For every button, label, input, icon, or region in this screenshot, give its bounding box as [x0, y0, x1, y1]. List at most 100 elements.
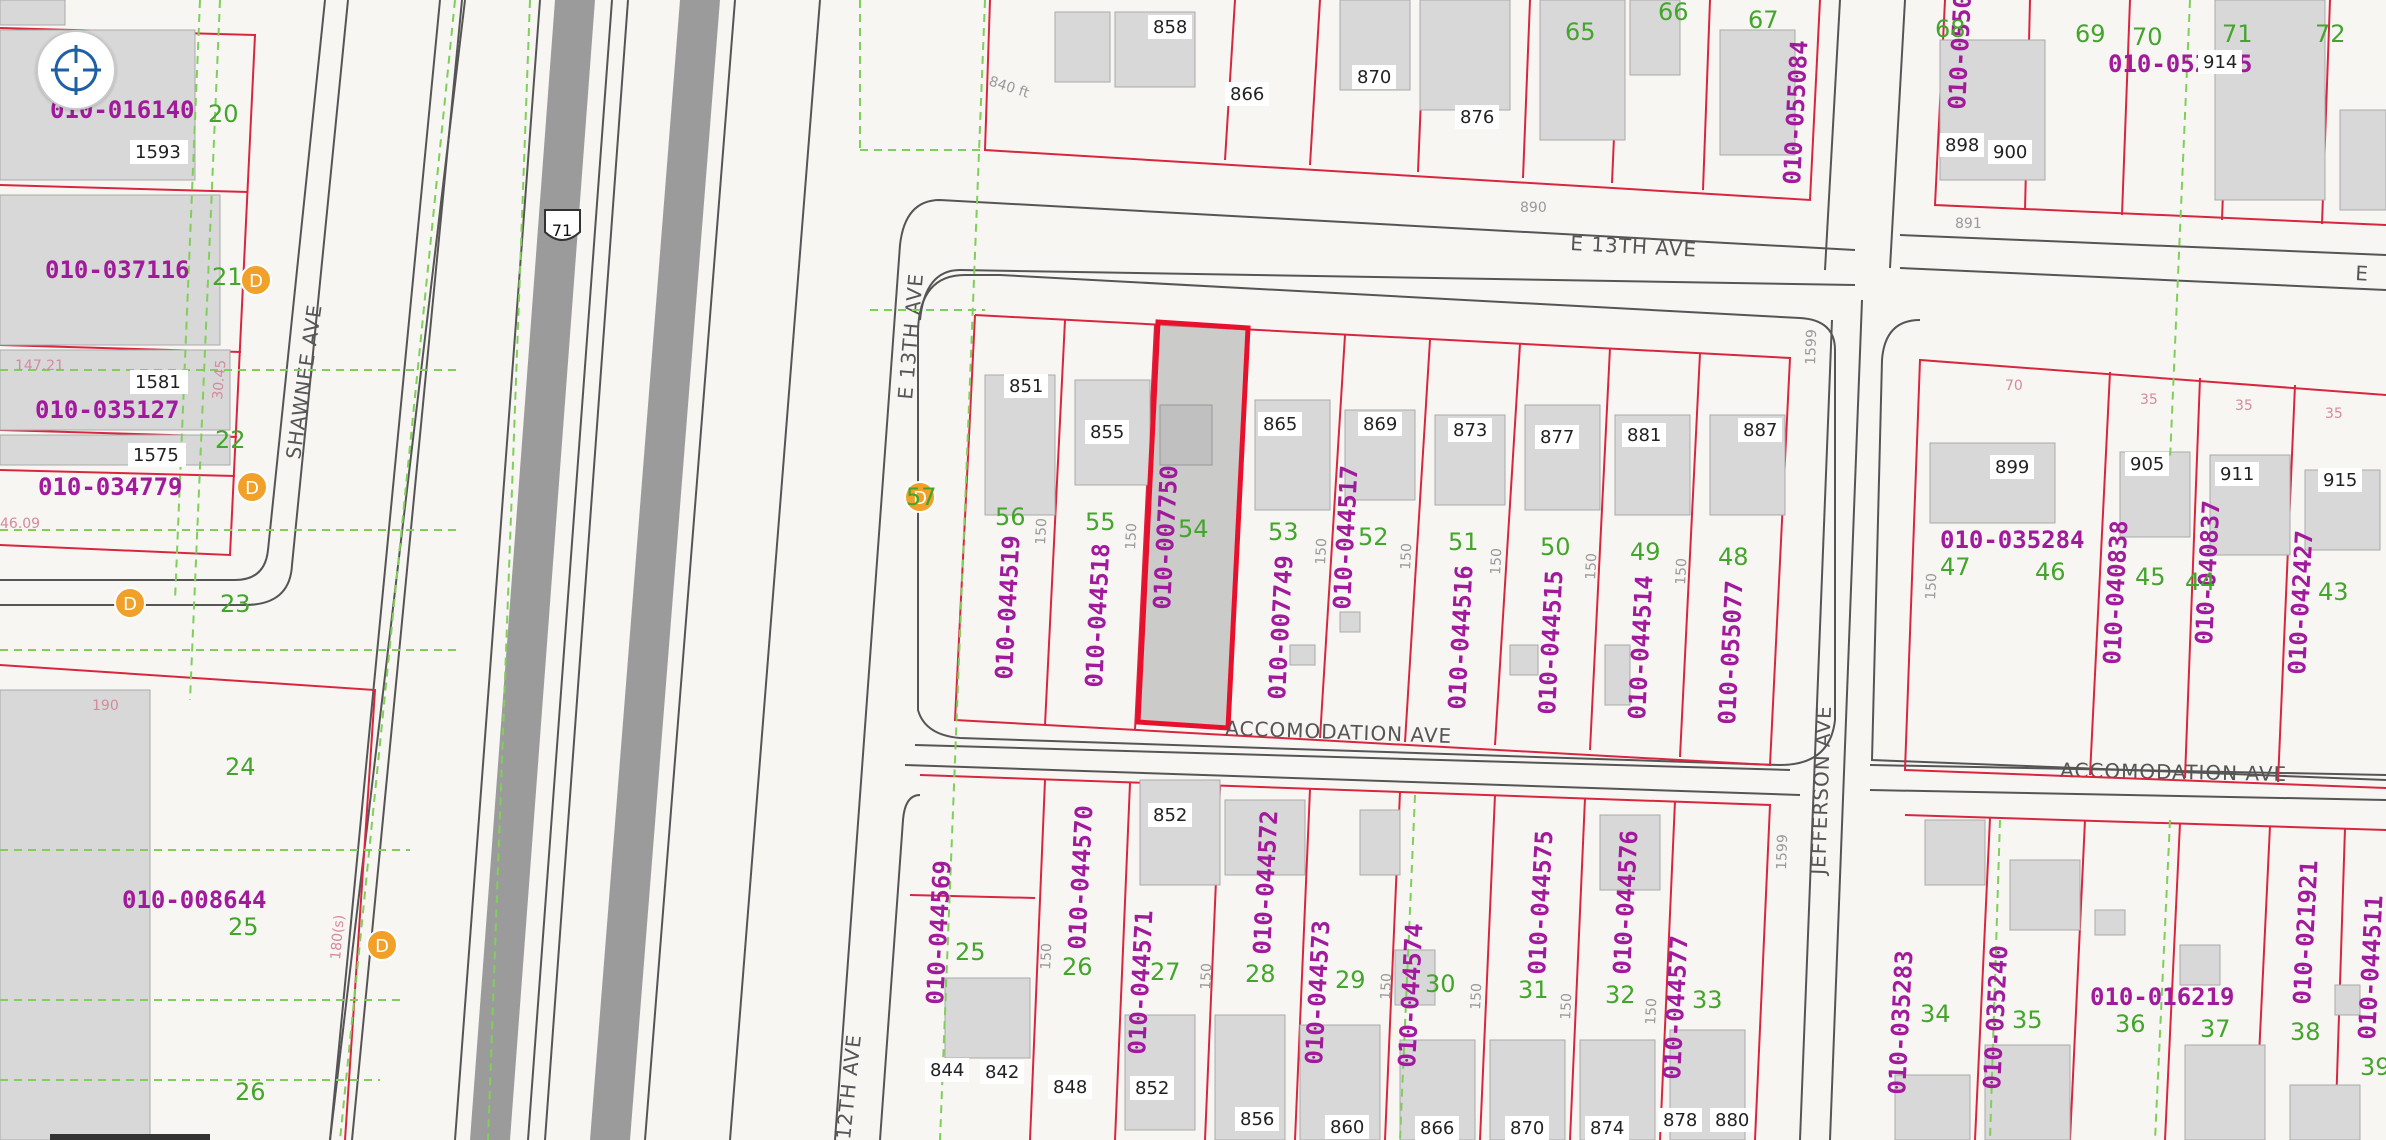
accomodation-mid-label: ACCOMODATION AVE [1225, 716, 1453, 748]
svg-text:1593: 1593 [135, 142, 181, 163]
svg-text:35: 35 [2012, 1006, 2043, 1034]
svg-text:865: 865 [1263, 414, 1297, 435]
svg-text:51: 51 [1448, 528, 1479, 556]
e12-label: 12TH AVE [831, 1033, 866, 1140]
svg-text:150: 150 [1313, 538, 1330, 566]
svg-text:70: 70 [2005, 378, 2023, 394]
parcel-id: 010-034779 [38, 473, 183, 501]
svg-text:866: 866 [1230, 84, 1264, 105]
svg-text:37: 37 [2200, 1015, 2231, 1043]
parcel-map[interactable]: 71 SHAWNEE AVE E 13TH AVE E E 13TH AVE A… [0, 0, 2386, 1140]
svg-text:852: 852 [1153, 805, 1187, 826]
svg-text:855: 855 [1090, 422, 1124, 443]
svg-text:D: D [123, 594, 137, 615]
highway-shield: 71 [544, 209, 581, 241]
svg-text:860: 860 [1330, 1117, 1364, 1138]
svg-text:150: 150 [1643, 998, 1660, 1026]
locate-me-button[interactable] [36, 30, 116, 110]
svg-text:35: 35 [2325, 406, 2343, 422]
e13-right-label: E [2355, 261, 2370, 286]
svg-text:150: 150 [1033, 518, 1050, 546]
svg-text:899: 899 [1995, 457, 2029, 478]
svg-text:28: 28 [1245, 960, 1276, 988]
svg-text:840 ft: 840 ft [987, 74, 1032, 102]
parcel-id: 010-007749 [1263, 555, 1299, 701]
svg-text:68: 68 [1935, 15, 1966, 43]
svg-text:881: 881 [1627, 425, 1661, 446]
svg-text:844: 844 [930, 1060, 964, 1081]
svg-text:150: 150 [1923, 573, 1940, 601]
parcel-id: 010-044575 [1523, 830, 1559, 976]
svg-text:150: 150 [1558, 993, 1575, 1021]
svg-text:35: 35 [2140, 392, 2158, 408]
svg-text:45: 45 [2135, 563, 2166, 591]
e13-top-label: E 13TH AVE [1570, 231, 1698, 262]
middle-block [917, 274, 1836, 767]
svg-text:72: 72 [2315, 20, 2346, 48]
svg-text:852: 852 [1135, 1078, 1169, 1099]
svg-text:874: 874 [1590, 1118, 1624, 1139]
svg-text:866: 866 [1420, 1118, 1454, 1139]
svg-text:848: 848 [1053, 1077, 1087, 1098]
svg-text:29: 29 [1335, 966, 1366, 994]
svg-text:D: D [375, 936, 389, 957]
svg-text:190: 190 [92, 698, 119, 714]
svg-text:180(s): 180(s) [328, 914, 348, 960]
svg-text:24: 24 [225, 753, 256, 781]
svg-text:33: 33 [1692, 986, 1723, 1014]
svg-text:25: 25 [228, 913, 259, 941]
svg-text:150: 150 [1123, 523, 1140, 551]
highway-i71 [329, 0, 821, 1140]
parcel-id: 010-021921 [2288, 860, 2324, 1006]
svg-text:27: 27 [1150, 958, 1181, 986]
svg-text:851: 851 [1009, 376, 1043, 397]
svg-text:49: 49 [1630, 538, 1661, 566]
svg-text:26: 26 [1062, 953, 1093, 981]
svg-text:880: 880 [1715, 1110, 1749, 1131]
svg-text:66: 66 [1658, 0, 1689, 26]
jefferson-label: JEFFERSON AVE [1806, 705, 1836, 877]
svg-text:34: 34 [1920, 1000, 1951, 1028]
parcel-id: 010-016219 [2090, 983, 2235, 1011]
crosshair-icon [51, 45, 101, 95]
parcel-id: 010-044515 [1533, 570, 1569, 716]
svg-text:858: 858 [1153, 17, 1187, 38]
svg-text:67: 67 [1748, 6, 1779, 34]
svg-text:147.21: 147.21 [15, 358, 64, 374]
svg-text:25: 25 [955, 938, 986, 966]
svg-text:23: 23 [220, 590, 251, 618]
marker-d-1: D [240, 264, 272, 296]
parcel-id: 010-040838 [2098, 520, 2134, 666]
svg-text:35: 35 [2235, 398, 2253, 414]
svg-text:878: 878 [1663, 1110, 1697, 1131]
svg-text:877: 877 [1540, 427, 1574, 448]
marker-d-4: D [366, 929, 398, 961]
parcel-id: 010-044511 [2353, 895, 2386, 1041]
svg-text:32: 32 [1605, 981, 1636, 1009]
svg-text:150: 150 [1488, 548, 1505, 576]
svg-text:52: 52 [1358, 523, 1389, 551]
svg-text:911: 911 [2220, 464, 2254, 485]
top-row-parcels [983, 0, 2386, 226]
svg-text:48: 48 [1718, 543, 1749, 571]
svg-text:891: 891 [1955, 216, 1982, 232]
svg-text:50: 50 [1540, 533, 1571, 561]
svg-text:890: 890 [1520, 200, 1547, 216]
svg-text:150: 150 [1468, 983, 1485, 1011]
svg-text:71: 71 [2222, 20, 2253, 48]
svg-text:1575: 1575 [133, 445, 179, 466]
svg-text:856: 856 [1240, 1109, 1274, 1130]
parcel-id: 010-037116 [45, 256, 190, 284]
svg-text:898: 898 [1945, 135, 1979, 156]
svg-text:914: 914 [2203, 52, 2237, 73]
svg-text:55: 55 [1085, 508, 1116, 536]
parcel-id: 010-044519 [990, 535, 1026, 681]
svg-text:900: 900 [1993, 142, 2027, 163]
svg-text:70: 70 [2132, 23, 2163, 51]
svg-text:1599: 1599 [1803, 329, 1820, 365]
svg-text:36: 36 [2115, 1010, 2146, 1038]
svg-text:46.09: 46.09 [0, 516, 40, 532]
shawnee-ave-label: SHAWNEE AVE [281, 302, 327, 460]
svg-text:65: 65 [1565, 18, 1596, 46]
svg-text:150: 150 [1398, 543, 1415, 571]
